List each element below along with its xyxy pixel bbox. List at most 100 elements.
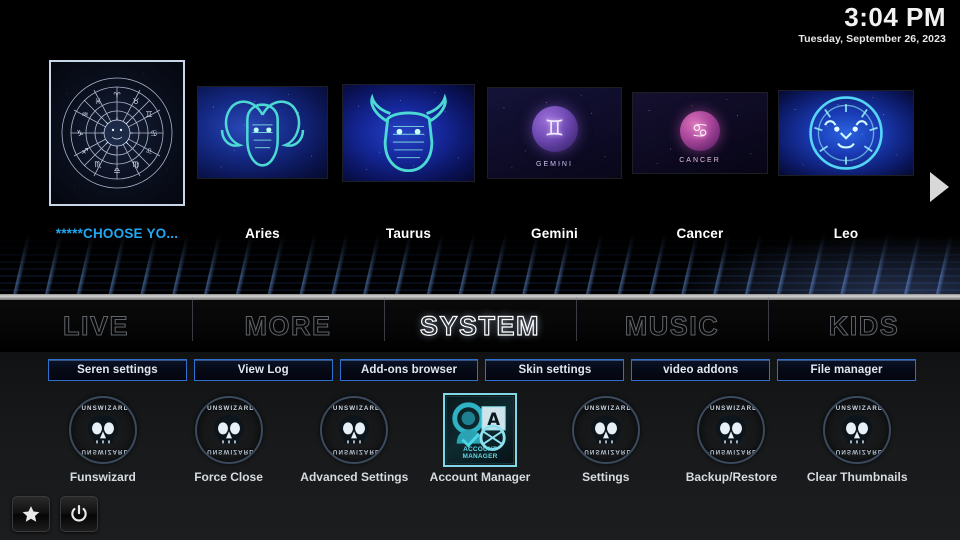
aries-thumbnail[interactable] <box>197 86 328 179</box>
funswizard-skull-icon[interactable]: FUNSWIZARD FUNSWIZARD <box>697 396 766 464</box>
shortcut-force-close[interactable]: FUNSWIZARD FUNSWIZARD Force Close <box>166 396 292 496</box>
gemini-glyph-icon: ♊ <box>544 116 565 142</box>
shortcut-label: Funswizard <box>69 470 136 484</box>
funswizard-skull-icon[interactable]: FUNSWIZARD FUNSWIZARD <box>68 396 137 464</box>
carousel-next-button[interactable] <box>926 170 952 204</box>
shortcut-row: FUNSWIZARD FUNSWIZARD Funswizard FUNSWIZ… <box>40 393 920 496</box>
menu-item-more[interactable]: MORE <box>192 296 384 342</box>
button-view-log[interactable]: View Log <box>193 359 333 381</box>
power-button[interactable] <box>60 496 98 532</box>
zodiac-wheel-thumbnail[interactable]: ♈ ♉ ♊ ♋ ♌ ♍ ♎ ♏ ♐ ♑ ♒ ♓ <box>49 60 185 206</box>
retro-grid-background <box>0 234 960 296</box>
skull-glyph-icon <box>339 415 370 444</box>
carousel-item-aries[interactable]: Aries <box>197 86 328 241</box>
leo-lion-icon <box>809 96 883 170</box>
svg-text:♐: ♐ <box>81 147 88 156</box>
svg-text:♉: ♉ <box>132 97 139 106</box>
svg-text:♋: ♋ <box>150 129 157 138</box>
carousel-item-label: *****CHOOSE YO... <box>55 226 179 241</box>
shortcut-label: Advanced Settings <box>300 470 409 484</box>
emblem-text-bottom: FUNSWIZARD <box>202 448 255 455</box>
svg-text:♈: ♈ <box>113 91 120 100</box>
emblem-text-bottom: FUNSWIZARD <box>830 448 884 455</box>
button-skin-settings[interactable]: Skin settings <box>485 359 625 381</box>
carousel-area: 3:04 PM Tuesday, September 26, 2023 ♈ ♉ … <box>0 0 960 296</box>
svg-text:♑: ♑ <box>76 129 83 138</box>
emblem-text-bottom: FUNSWIZARD <box>76 448 130 455</box>
shortcut-account-manager[interactable]: A ACCOUNT MANAGER Account Manager <box>417 393 543 496</box>
svg-text:♓: ♓ <box>94 97 101 106</box>
skull-glyph-icon <box>87 415 118 444</box>
funswizard-skull-icon[interactable]: FUNSWIZARD FUNSWIZARD <box>194 396 263 464</box>
funswizard-skull-icon[interactable]: FUNSWIZARD FUNSWIZARD <box>823 396 892 464</box>
emblem-text-top: FUNSWIZARD <box>76 405 130 412</box>
svg-text:♏: ♏ <box>94 160 102 169</box>
zodiac-wheel-icon: ♈ ♉ ♊ ♋ ♌ ♍ ♎ ♏ ♐ ♑ ♒ ♓ <box>61 77 173 189</box>
emblem-text-top: FUNSWIZARD <box>830 405 884 412</box>
button-file-manager[interactable]: File manager <box>777 359 916 381</box>
shortcut-clear-thumbnails[interactable]: FUNSWIZARD FUNSWIZARD Clear Thumbnails <box>794 396 920 496</box>
funswizard-skull-icon[interactable]: FUNSWIZARD FUNSWIZARD <box>320 396 389 464</box>
emblem-text-bottom: FUNSWIZARD <box>705 448 758 455</box>
skull-glyph-icon <box>590 415 621 444</box>
account-manager-icon[interactable]: A ACCOUNT MANAGER <box>443 393 518 467</box>
carousel-item-cancer[interactable]: ♋ CANCER Cancer <box>632 92 768 241</box>
leo-thumbnail[interactable] <box>778 90 914 176</box>
carousel-item-label: Taurus <box>385 226 432 241</box>
clock-date: Tuesday, September 26, 2023 <box>798 33 946 46</box>
shortcut-label: Settings <box>582 470 630 484</box>
svg-text:♌: ♌ <box>145 147 152 156</box>
shortcut-label: Account Manager <box>429 470 531 484</box>
skull-glyph-icon <box>716 415 747 444</box>
emblem-text-top: FUNSWIZARD <box>579 405 633 412</box>
button-video-addons[interactable]: video addons <box>631 359 771 381</box>
skull-glyph-icon <box>842 415 873 444</box>
corner-button-group <box>12 496 98 532</box>
carousel-item-choose[interactable]: ♈ ♉ ♊ ♋ ♌ ♍ ♎ ♏ ♐ ♑ ♒ ♓ *****CHOOSE YO..… <box>49 60 185 241</box>
shortcut-funswizard[interactable]: FUNSWIZARD FUNSWIZARD Funswizard <box>40 396 166 496</box>
system-button-row: Seren settings View Log Add-ons browser … <box>48 359 916 381</box>
svg-text:♎: ♎ <box>113 166 120 175</box>
emblem-text-top: FUNSWIZARD <box>705 405 758 412</box>
shortcut-label: Backup/Restore <box>685 470 778 484</box>
emblem-text-bottom: FUNSWIZARD <box>579 448 633 455</box>
chevron-right-icon <box>929 172 949 202</box>
shortcut-backup-restore[interactable]: FUNSWIZARD FUNSWIZARD Backup/Restore <box>669 396 795 496</box>
power-icon <box>71 505 87 522</box>
carousel-item-label: Cancer <box>676 226 724 241</box>
menu-item-kids[interactable]: KIDS <box>768 296 960 342</box>
clock-time: 3:04 PM <box>844 2 946 32</box>
taurus-thumbnail[interactable] <box>342 84 475 182</box>
carousel-item-leo[interactable]: Leo <box>778 90 914 241</box>
emblem-text-bottom: FUNSWIZARD <box>328 448 381 455</box>
button-addons-browser[interactable]: Add-ons browser <box>339 359 479 381</box>
gemini-thumbnail[interactable]: ♊ GEMINI <box>487 87 622 179</box>
clock: 3:04 PM Tuesday, September 26, 2023 <box>798 2 946 46</box>
menu-item-music[interactable]: MUSIC <box>576 296 768 342</box>
shortcut-settings[interactable]: FUNSWIZARD FUNSWIZARD Settings <box>543 396 669 496</box>
cancer-caption: CANCER <box>679 157 721 164</box>
gemini-caption: GEMINI <box>536 161 573 168</box>
zodiac-carousel: ♈ ♉ ♊ ♋ ♌ ♍ ♎ ♏ ♐ ♑ ♒ ♓ *****CHOOSE YO..… <box>0 60 960 241</box>
carousel-item-gemini[interactable]: ♊ GEMINI Gemini <box>487 87 622 241</box>
svg-text:♊: ♊ <box>145 110 152 119</box>
aries-ram-icon <box>220 100 305 167</box>
kodi-home-screen: 3:04 PM Tuesday, September 26, 2023 ♈ ♉ … <box>0 0 960 540</box>
svg-text:♍: ♍ <box>132 160 139 169</box>
menu-item-system[interactable]: SYSTEM <box>384 296 576 342</box>
button-seren-settings[interactable]: Seren settings <box>48 359 187 381</box>
carousel-item-label: Leo <box>833 226 859 241</box>
cancer-glyph-icon: ♋ <box>691 120 709 143</box>
star-icon <box>22 506 40 522</box>
shortcut-advanced-settings[interactable]: FUNSWIZARD FUNSWIZARD Advanced Settings <box>291 396 417 496</box>
carousel-item-label: Aries <box>245 226 280 241</box>
shortcut-label: Clear Thumbnails <box>806 470 908 484</box>
funswizard-skull-icon[interactable]: FUNSWIZARD FUNSWIZARD <box>571 396 640 464</box>
shortcut-label: Force Close <box>194 470 263 484</box>
menu-item-live[interactable]: LIVE <box>0 310 192 342</box>
carousel-item-taurus[interactable]: Taurus <box>342 84 475 241</box>
account-manager-caption: ACCOUNT MANAGER <box>462 446 498 460</box>
carousel-item-label: Gemini <box>531 226 578 241</box>
favourites-button[interactable] <box>12 496 50 532</box>
cancer-thumbnail[interactable]: ♋ CANCER <box>632 92 768 174</box>
